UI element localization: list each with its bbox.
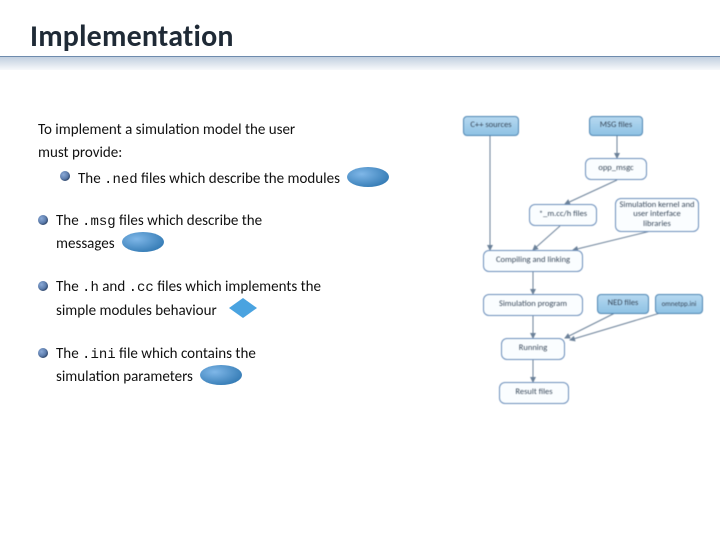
node-cc-h-files: *_m.cc/h files bbox=[529, 204, 597, 226]
bullet-3: The .h and .cc files which implements th… bbox=[38, 277, 428, 322]
b4-l2: simulation parameters bbox=[56, 368, 193, 386]
bullet-icon bbox=[38, 348, 48, 358]
bullet-2-text: The .msg files which describe the messag… bbox=[56, 211, 262, 254]
node-opp-msgc: opp_msgc bbox=[585, 158, 647, 180]
bullet-icon bbox=[60, 171, 70, 181]
b2-l2: messages bbox=[56, 235, 115, 253]
b1-post: files which describe the modules bbox=[138, 170, 340, 188]
title-underline bbox=[0, 56, 720, 70]
ellipse-icon bbox=[347, 167, 389, 187]
node-ned-files: NED files bbox=[597, 294, 649, 314]
node-sim-kernel: Simulation kernel and user interface lib… bbox=[615, 198, 699, 232]
b1-pre: The bbox=[78, 170, 104, 188]
b4-pre: The bbox=[56, 345, 82, 363]
workflow-diagram: C++ sources MSG files opp_msgc *_m.cc/h … bbox=[445, 108, 705, 428]
b2-post: files which describe the bbox=[116, 212, 262, 230]
b1-code: .ned bbox=[104, 172, 138, 188]
node-result-files: Result files bbox=[499, 382, 569, 404]
ellipse-icon bbox=[200, 365, 242, 385]
body-content: To implement a simulation model the user… bbox=[38, 120, 428, 387]
node-compile-link: Compiling and linking bbox=[483, 250, 583, 272]
b3-l2: simple modules behaviour bbox=[56, 302, 217, 320]
b2-code: .msg bbox=[82, 214, 116, 230]
bullet-3-text: The .h and .cc files which implements th… bbox=[56, 277, 321, 322]
bullet-4: The .ini file which contains the simulat… bbox=[38, 344, 428, 387]
node-running: Running bbox=[501, 338, 565, 360]
bullet-icon bbox=[38, 215, 48, 225]
page-title: Implementation bbox=[30, 18, 234, 55]
bullet-1: The .ned files which describe the module… bbox=[60, 167, 428, 190]
bullet-icon bbox=[38, 281, 48, 291]
ellipse-icon bbox=[122, 232, 164, 252]
node-cpp-sources: C++ sources bbox=[463, 116, 519, 136]
b3-post: files which implements the bbox=[154, 278, 321, 296]
node-omnetpp-ini: omnetpp.ini bbox=[655, 294, 703, 314]
b3-pre: The bbox=[56, 278, 82, 296]
bullet-2: The .msg files which describe the messag… bbox=[38, 211, 428, 254]
b3-mid: and bbox=[99, 278, 129, 296]
b3-code2: .cc bbox=[129, 280, 154, 296]
b4-post: file which contains the bbox=[116, 345, 256, 363]
intro-line-2: must provide: bbox=[38, 143, 428, 163]
b4-code: .ini bbox=[82, 347, 116, 363]
node-msg-files: MSG files bbox=[589, 116, 643, 136]
b3-code1: .h bbox=[82, 280, 99, 296]
diamond-icon bbox=[228, 297, 258, 319]
bullet-1-text: The .ned files which describe the module… bbox=[78, 167, 389, 190]
b2-pre: The bbox=[56, 212, 82, 230]
intro-line-1: To implement a simulation model the user bbox=[38, 120, 428, 140]
bullet-4-text: The .ini file which contains the simulat… bbox=[56, 344, 256, 387]
node-sim-program: Simulation program bbox=[483, 294, 583, 316]
